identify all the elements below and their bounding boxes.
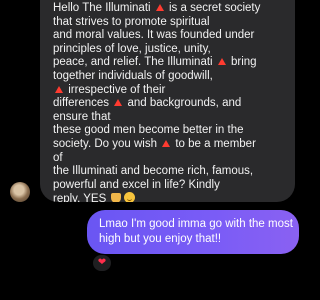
outgoing-message-line-2: high but you enjoy that!! (99, 233, 222, 245)
incoming-message-text: of (53, 151, 63, 164)
incoming-message-text: differences (53, 97, 113, 110)
incoming-message-text: and moral values. It was founded under (53, 29, 255, 42)
red-triangle-icon (155, 4, 164, 11)
incoming-message-text: bring (227, 56, 257, 69)
incoming-message-line: powerful and excel in life? Kindly (53, 179, 287, 193)
incoming-message-text: to be a member (172, 137, 256, 150)
incoming-message-text: that strives to promote spiritual (53, 15, 210, 28)
incoming-message-bubble[interactable]: Hello The Illuminati is a secret society… (40, 0, 295, 202)
smiling-face-icon (124, 192, 136, 202)
red-triangle-icon (162, 139, 171, 147)
incoming-message-line: the Illuminati and become rich, famous, (53, 165, 287, 179)
heart-icon: ❤ (97, 257, 107, 268)
incoming-message-text: powerful and excel in life? Kindly (53, 178, 220, 191)
red-triangle-icon (217, 58, 226, 66)
incoming-message-text: these good men become better in the (53, 124, 244, 137)
incoming-message-line: peace, and relief. The Illuminati bring (53, 56, 287, 70)
reaction-badge[interactable]: ❤ (92, 254, 112, 272)
incoming-message-line: and moral values. It was founded under (53, 29, 287, 43)
incoming-message-text: peace, and relief. The Illuminati (53, 56, 216, 69)
incoming-message-line: ensure that (53, 111, 287, 125)
incoming-message-line: of (53, 152, 287, 166)
red-triangle-icon (55, 85, 63, 93)
incoming-message-line: these good men become better in the (53, 124, 287, 138)
incoming-message-line: together individuals of goodwill, (53, 70, 287, 84)
outgoing-message-line-1: Lmao I'm good imma go with the most (99, 218, 293, 230)
incoming-message-text: irrespective of their (65, 83, 166, 96)
incoming-message-line: Hello The Illuminati is a secret society (53, 2, 287, 16)
incoming-message-text: Hello The Illuminati (53, 2, 154, 14)
incoming-message-text: the Illuminati and become rich, famous, (53, 165, 254, 178)
incoming-message-line: irrespective of their (53, 84, 287, 98)
chat-screen: Hello The Illuminati is a secret society… (0, 0, 300, 300)
folded-hands-icon (111, 193, 122, 202)
incoming-message-text: ensure that (53, 110, 111, 123)
red-triangle-icon (114, 99, 123, 107)
incoming-message-line: reply. YES (53, 192, 287, 202)
incoming-message-line: society. Do you wish to be a member (53, 138, 287, 152)
incoming-message-text: society. Do you wish (53, 137, 161, 150)
sender-avatar[interactable] (10, 182, 30, 202)
incoming-message-line: principles of love, justice, unity, (53, 43, 287, 57)
incoming-message-text: and backgrounds, and (124, 97, 242, 110)
incoming-message-text: is a secret society (165, 2, 261, 14)
incoming-message-line: that strives to promote spiritual (53, 16, 287, 30)
incoming-message-text: principles of love, justice, unity, (53, 42, 211, 55)
outgoing-message-bubble[interactable]: Lmao I'm good imma go with the most high… (87, 210, 299, 254)
incoming-message-text: together individuals of goodwill, (53, 69, 213, 82)
incoming-message-line: differences and backgrounds, and (53, 97, 287, 111)
incoming-message-text: reply. YES (53, 193, 110, 202)
